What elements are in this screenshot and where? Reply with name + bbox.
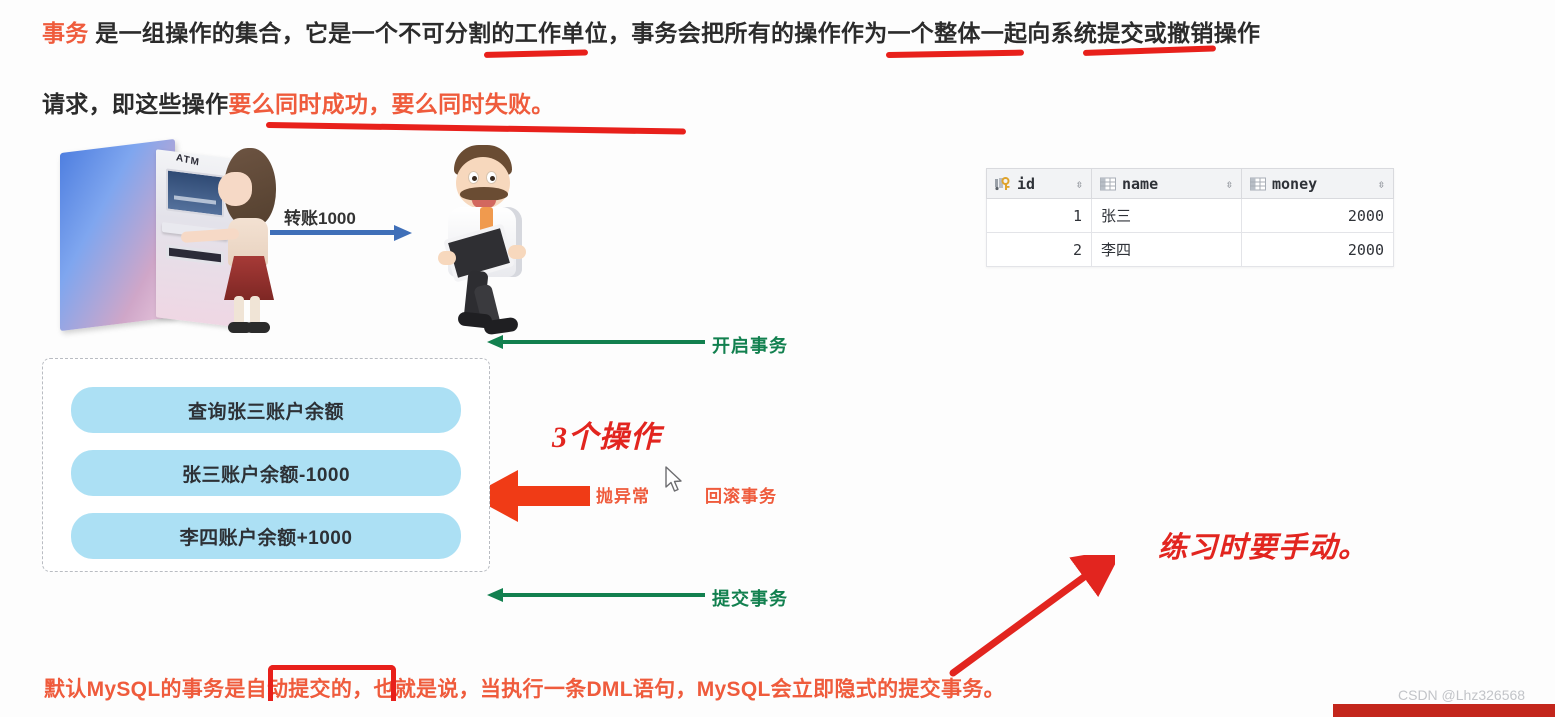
commit-arrow-shaft bbox=[501, 593, 705, 597]
paragraph-keyword-transaction: 事务 bbox=[42, 20, 89, 46]
open-transaction-arrow-icon bbox=[487, 335, 705, 349]
table-header-name-label: name bbox=[1122, 174, 1159, 193]
throw-exception-label: 抛异常 bbox=[596, 487, 650, 506]
annotation-three-operations: 3个操作 bbox=[552, 421, 661, 454]
table-header-id[interactable]: id ⇳ bbox=[986, 168, 1092, 199]
csdn-watermark: CSDN @Lhz326568 bbox=[1398, 687, 1526, 703]
man-eye-left bbox=[468, 171, 479, 184]
operation-item: 查询张三账户余额 bbox=[71, 387, 461, 433]
cell-id: 2 bbox=[986, 232, 1092, 267]
woman-face bbox=[218, 172, 252, 206]
table-row[interactable]: 1 张三 2000 bbox=[986, 198, 1394, 233]
cell-money: 2000 bbox=[1241, 232, 1394, 267]
man-eye-right bbox=[486, 171, 497, 184]
table-header-money[interactable]: money ⇳ bbox=[1241, 168, 1394, 199]
pen-underline-indivisible bbox=[483, 49, 589, 58]
sort-toggle-icon[interactable]: ⇳ bbox=[1226, 178, 1233, 190]
man-moustache bbox=[460, 187, 508, 201]
atm-illustration: ATM bbox=[48, 138, 308, 338]
transfer-arrow-icon bbox=[270, 225, 420, 241]
bottom-text-c: 也就是说，当执行一条DML语句，MySQL会立即隐式的提交事务。 bbox=[373, 678, 1005, 701]
open-arrow-shaft bbox=[501, 340, 705, 344]
annotation-pointer-arrow-icon bbox=[949, 555, 1115, 677]
paragraph-line-2-prefix: 请求，即这些操作 bbox=[42, 91, 229, 117]
commit-transaction-arrow-icon bbox=[487, 588, 705, 602]
bottom-text-a: 默认MySQL的事务是 bbox=[44, 678, 246, 701]
pen-underline-all-operations bbox=[885, 49, 1025, 58]
pen-bracket-auto-commit bbox=[268, 665, 396, 701]
table-row[interactable]: 2 李四 2000 bbox=[986, 232, 1394, 267]
sort-toggle-icon[interactable]: ⇳ bbox=[1076, 178, 1083, 190]
slide-canvas: 事务 是一组操作的集合，它是一个不可分割的工作单位，事务会把所有的操作作为一个整… bbox=[0, 0, 1555, 717]
rollback-arrow-shaft bbox=[518, 486, 590, 506]
cell-name: 李四 bbox=[1091, 232, 1242, 267]
woman-shoe-right bbox=[246, 322, 270, 333]
table-header-row: id ⇳ name ⇳ money ⇳ bbox=[986, 168, 1394, 199]
man-hand-right bbox=[508, 245, 526, 259]
table-header-id-label: id bbox=[1017, 174, 1036, 193]
man-illustration bbox=[430, 145, 560, 340]
operation-item: 李四账户余额+1000 bbox=[71, 513, 461, 559]
operations-group-box: 查询张三账户余额 张三账户余额-1000 李四账户余额+1000 bbox=[42, 358, 490, 572]
table-header-money-label: money bbox=[1272, 174, 1318, 193]
red-ribbon-decoration bbox=[1333, 704, 1555, 717]
operation-item: 张三账户余额-1000 bbox=[71, 450, 461, 496]
transfer-arrow-shaft bbox=[270, 230, 398, 235]
atm-screen bbox=[166, 168, 224, 218]
open-transaction-label: 开启事务 bbox=[712, 336, 788, 356]
cell-name: 张三 bbox=[1091, 198, 1242, 233]
cell-id: 1 bbox=[986, 198, 1092, 233]
cell-money: 2000 bbox=[1241, 198, 1394, 233]
sort-toggle-icon[interactable]: ⇳ bbox=[1378, 178, 1385, 190]
bottom-summary-line: 默认MySQL的事务是自动提交的，也就是说，当执行一条DML语句，MySQL会立… bbox=[44, 673, 1005, 703]
column-grid-icon bbox=[1250, 177, 1266, 191]
transfer-arrow-head bbox=[394, 225, 412, 241]
primary-key-icon bbox=[995, 176, 1011, 191]
table-header-name[interactable]: name ⇳ bbox=[1091, 168, 1242, 199]
man-hand-left bbox=[438, 251, 456, 265]
paragraph-highlight-atomicity: 要么同时成功，要么同时失败。 bbox=[228, 91, 555, 117]
account-table: id ⇳ name ⇳ money ⇳ 1 张三 2000 2 李四 2000 bbox=[986, 168, 1394, 267]
annotation-practice-manually: 练习时要手动。 bbox=[1158, 532, 1369, 564]
paragraph-line-2: 请求，即这些操作要么同时成功，要么同时失败。 bbox=[42, 85, 555, 119]
pen-underline-succeed-or-fail bbox=[265, 122, 686, 135]
paragraph-line-1: 事务 是一组操作的集合，它是一个不可分割的工作单位，事务会把所有的操作作为一个整… bbox=[42, 14, 1260, 48]
commit-transaction-label: 提交事务 bbox=[712, 589, 788, 609]
rollback-transaction-label: 回滚事务 bbox=[705, 487, 777, 506]
column-grid-icon bbox=[1100, 177, 1116, 191]
mouse-cursor-icon bbox=[665, 466, 682, 492]
paragraph-line-1-rest: 是一组操作的集合，它是一个不可分割的工作单位，事务会把所有的操作作为一个整体一起… bbox=[88, 20, 1261, 46]
